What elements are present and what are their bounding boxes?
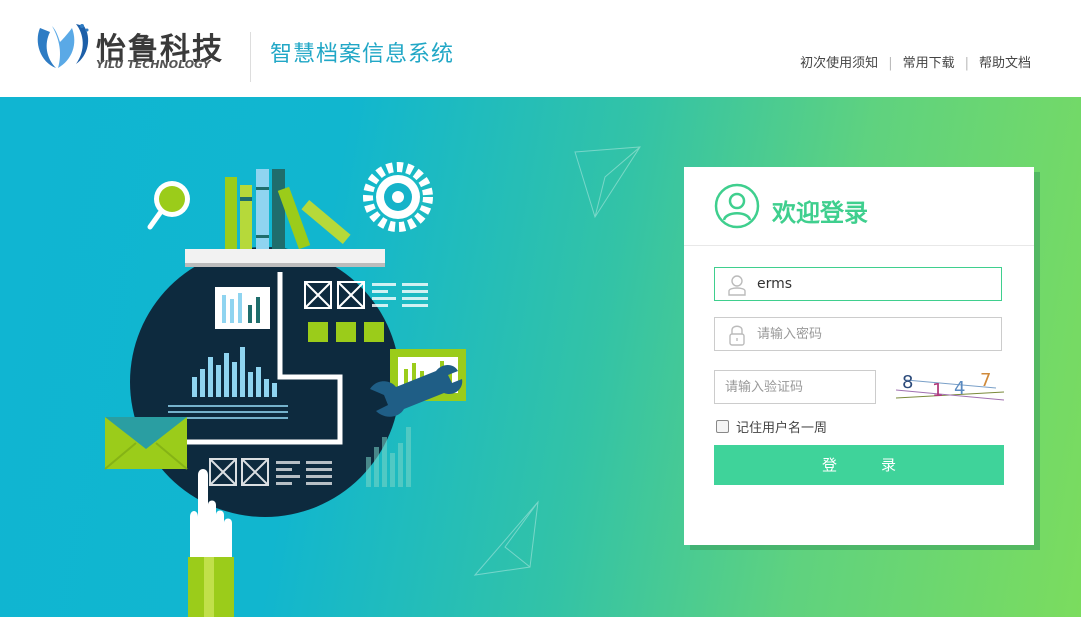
captcha-char: 7 — [980, 370, 991, 391]
paper-plane-icon — [473, 500, 539, 576]
remember-checkbox[interactable] — [716, 420, 729, 433]
paper-plane-icon — [574, 146, 641, 219]
username-input[interactable] — [757, 268, 993, 300]
link-separator: | — [888, 56, 893, 71]
logo-english-name: YILU TECHNOLOGY — [96, 58, 211, 71]
captcha-char: 1 — [932, 380, 943, 401]
link-first-use-notice[interactable]: 初次使用须知 — [800, 56, 878, 71]
remember-me[interactable]: 记住用户名一周 — [716, 417, 827, 436]
captcha-field — [714, 370, 876, 404]
header-divider — [250, 32, 251, 82]
captcha-char: 8 — [902, 372, 913, 393]
password-input[interactable] — [757, 318, 993, 350]
password-field — [714, 317, 1002, 351]
top-links: 初次使用须知 | 常用下载 | 帮助文档 — [800, 52, 1031, 71]
logo-mark-icon — [37, 24, 89, 68]
link-help-docs[interactable]: 帮助文档 — [979, 56, 1031, 71]
archive-illustration — [104, 162, 466, 617]
login-title: 欢迎登录 — [772, 199, 868, 227]
login-card-header: 欢迎登录 — [684, 167, 1034, 246]
captcha-input[interactable] — [725, 371, 865, 403]
login-card: 欢迎登录 8 1 4 — [684, 167, 1034, 545]
user-avatar-icon — [714, 183, 760, 229]
company-logo: 怡鲁科技 YILU TECHNOLOGY — [32, 20, 232, 78]
link-common-downloads[interactable]: 常用下载 — [903, 56, 955, 71]
username-field — [714, 267, 1002, 301]
link-separator: | — [964, 56, 969, 71]
banner: 欢迎登录 8 1 4 — [0, 97, 1081, 617]
system-title: 智慧档案信息系统 — [270, 42, 455, 67]
captcha-char: 4 — [954, 378, 965, 399]
user-icon — [728, 275, 746, 296]
header: 怡鲁科技 YILU TECHNOLOGY 智慧档案信息系统 初次使用须知 | 常用下… — [0, 0, 1081, 97]
lock-icon — [729, 325, 745, 346]
login-button[interactable]: 登录 — [714, 445, 1004, 485]
remember-label: 记住用户名一周 — [736, 421, 828, 436]
captcha-image[interactable]: 8 1 4 7 — [896, 370, 1004, 404]
